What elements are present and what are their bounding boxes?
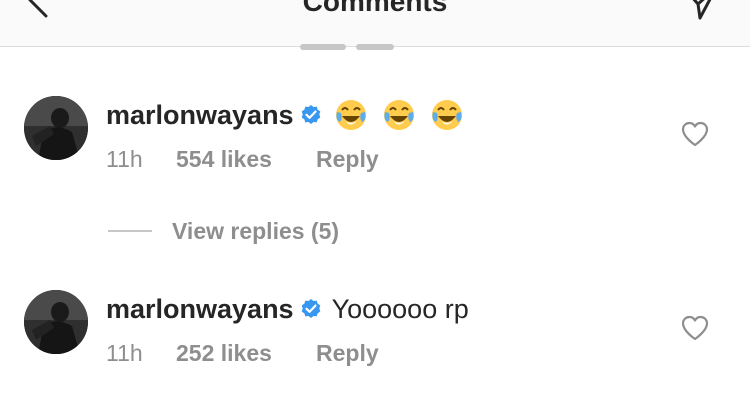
comment-main-line: marlonwayans bbox=[106, 98, 464, 132]
face-with-tears-of-joy-icon bbox=[382, 98, 416, 132]
comment-main-line: marlonwayans Yoooooo rp bbox=[106, 292, 469, 326]
replies-divider-line bbox=[108, 230, 152, 232]
reply-button[interactable]: Reply bbox=[316, 340, 379, 367]
avatar[interactable] bbox=[24, 290, 88, 354]
username[interactable]: marlonwayans bbox=[106, 294, 294, 325]
likes-count[interactable]: 554 likes bbox=[176, 146, 316, 173]
verified-badge-icon bbox=[300, 298, 322, 320]
page-title: Comments bbox=[302, 0, 448, 17]
clipped-text-fragment bbox=[300, 36, 450, 50]
likes-count[interactable]: 252 likes bbox=[176, 340, 316, 367]
view-replies-button[interactable]: View replies (5) bbox=[108, 216, 339, 246]
heart-outline-icon[interactable] bbox=[680, 120, 710, 148]
heart-outline-icon[interactable] bbox=[680, 314, 710, 342]
username[interactable]: marlonwayans bbox=[106, 100, 294, 131]
comment-timestamp: 11h bbox=[106, 146, 143, 172]
comment-item: marlonwayans 11h 554 likes Reply bbox=[0, 96, 750, 176]
comment-meta: 11h 554 likes Reply bbox=[106, 146, 379, 173]
face-with-tears-of-joy-icon bbox=[430, 98, 464, 132]
view-replies-label: View replies (5) bbox=[172, 217, 340, 244]
comment-text: Yoooooo rp bbox=[331, 293, 469, 324]
verified-badge-icon bbox=[300, 104, 322, 126]
comment-timestamp: 11h bbox=[106, 340, 143, 366]
avatar[interactable] bbox=[24, 96, 88, 160]
comment-meta: 11h 252 likes Reply bbox=[106, 340, 379, 367]
direct-send-icon[interactable] bbox=[680, 0, 720, 24]
comment-item: marlonwayans Yoooooo rp 11h 252 likes Re… bbox=[0, 290, 750, 370]
reply-button[interactable]: Reply bbox=[316, 146, 379, 173]
face-with-tears-of-joy-icon bbox=[334, 98, 368, 132]
